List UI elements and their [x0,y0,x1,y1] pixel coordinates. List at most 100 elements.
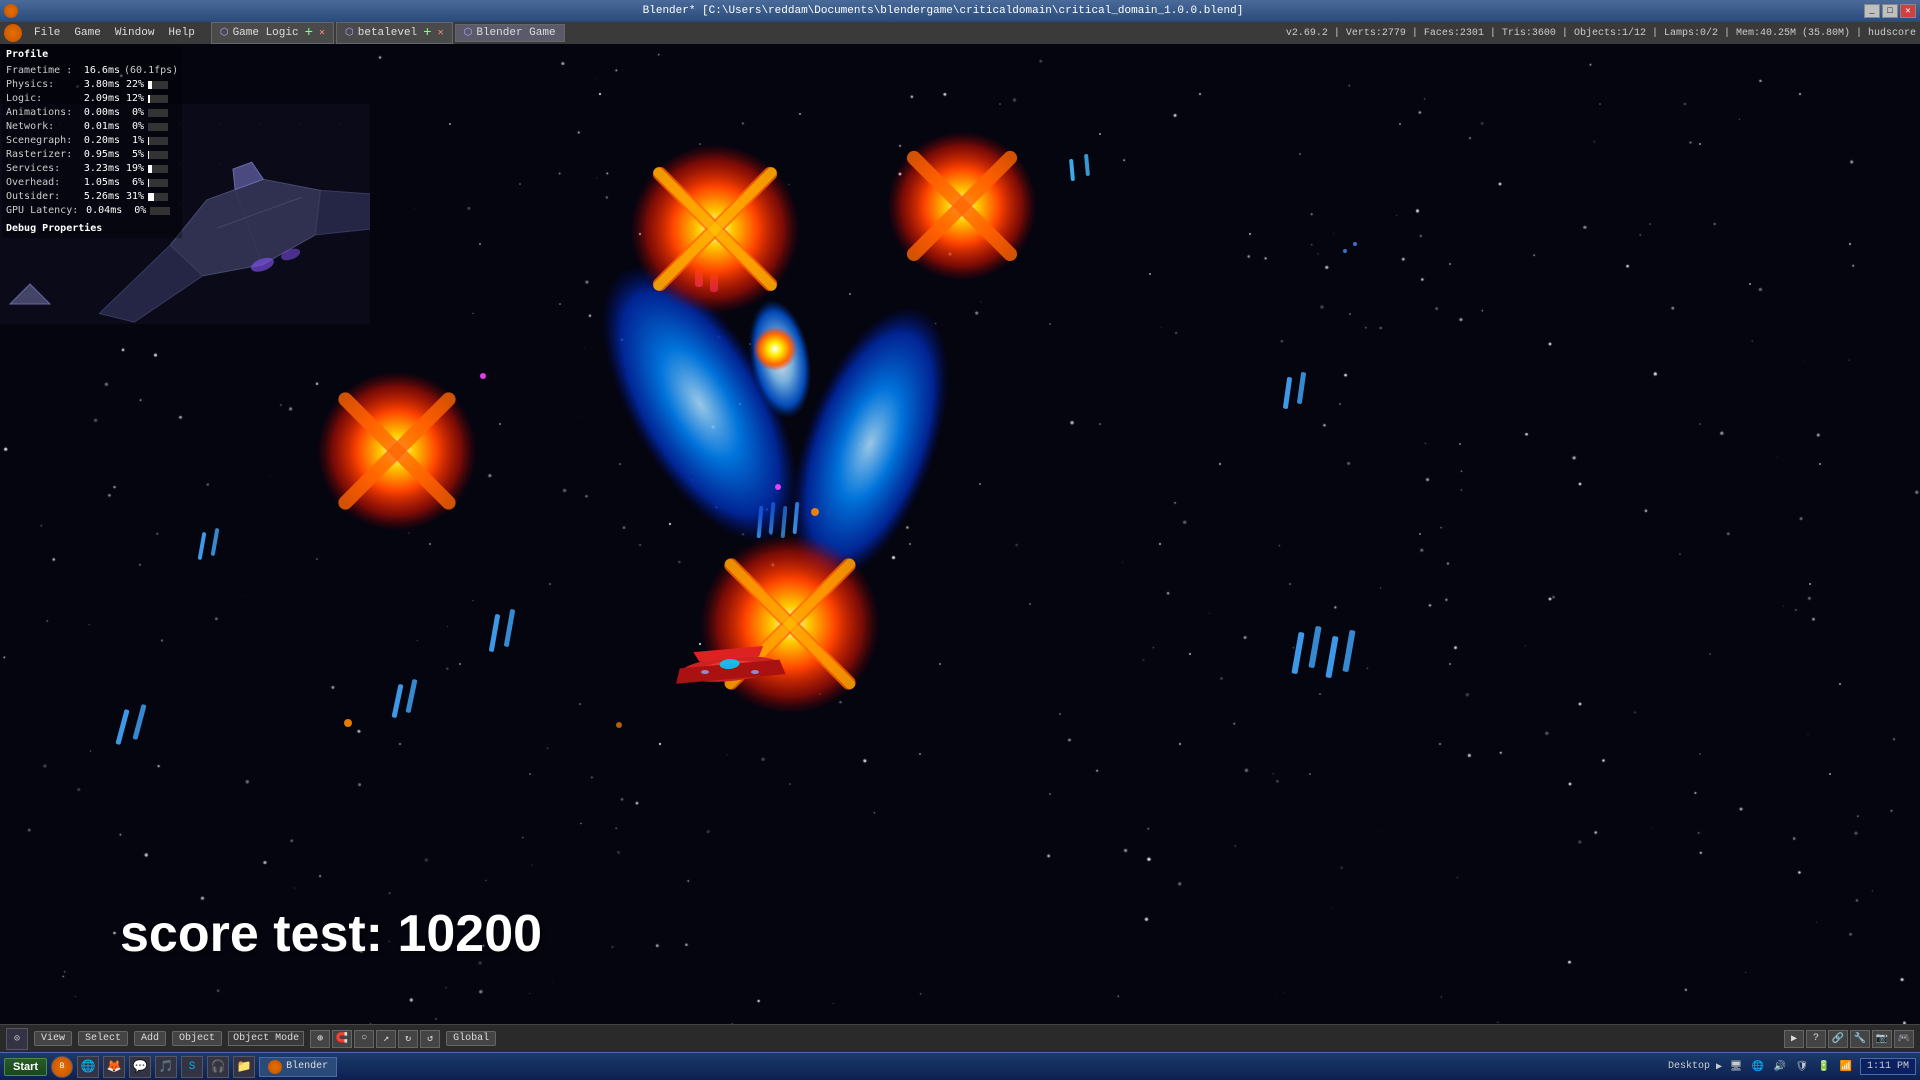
menu-file[interactable]: File [28,25,66,41]
editor-icon-3[interactable]: ↻ [398,1030,418,1048]
view-btn[interactable]: View [34,1031,72,1046]
blue-laser-bcl-1 [489,614,501,652]
editor-anim-icon[interactable]: ▶ [1784,1030,1804,1048]
tab-game-logic[interactable]: ⬡ Game Logic + ✕ [211,22,334,44]
editor-icon-snap[interactable]: 🧲 [332,1030,352,1048]
tab-game-logic-icon: ⬡ [220,27,229,39]
menu-help[interactable]: Help [162,25,200,41]
wing-core-glow [753,327,797,371]
blue-dot-2 [1353,242,1357,246]
blue-laser-bl-1 [115,709,129,745]
editor-scene-icon[interactable]: 🔧 [1850,1030,1870,1048]
orange-dot-3 [616,722,622,728]
blender-logo [4,24,22,42]
pink-dot-1 [480,373,486,379]
desktop-arrow: ▶ [1716,1061,1722,1073]
tab-blender-game-label: Blender Game [476,27,555,39]
stars-group [399,93,1851,795]
blender-logo-small [4,4,18,18]
minimize-button[interactable]: _ [1864,4,1880,18]
editor-link-icon[interactable]: 🔗 [1828,1030,1848,1048]
editor-icon-pivot[interactable]: ⊕ [310,1030,330,1048]
blue-laser-fr-3 [1325,636,1338,678]
editor-icon-0[interactable]: ⊙ [6,1028,28,1050]
sys-icon-security[interactable]: 🛡 [1794,1059,1810,1075]
desktop-label[interactable]: Desktop [1668,1061,1710,1072]
editor-icon-group: ⊕ 🧲 ○ ↗ ↻ ↺ [310,1030,440,1048]
tab-betalevel[interactable]: ⬡ betalevel + ✕ [336,22,453,44]
tab-game-logic-label: Game Logic [233,27,299,39]
taskbar-icon-blender[interactable]: B [51,1056,73,1078]
editor-help-icon[interactable]: ? [1806,1030,1826,1048]
sys-icon-wifi[interactable]: 📶 [1838,1059,1854,1075]
editor-game-icon[interactable]: 🎮 [1894,1030,1914,1048]
taskbar: Start B 🌐 🦊 💬 🎵 S 🎧 📁 Blender Desktop ▶ … [0,1052,1920,1080]
pink-dot-2 [775,484,781,490]
blue-laser-left-2 [211,528,220,556]
mode-select[interactable]: Object Mode [228,1031,304,1046]
select-btn[interactable]: Select [78,1031,128,1046]
taskbar-right: Desktop ▶ 🖥 🌐 🔊 🛡 🔋 📶 1:11 PM [1668,1058,1916,1075]
add-btn[interactable]: Add [134,1031,166,1046]
blue-laser-r-1 [1283,377,1292,409]
tab-add-icon-1[interactable]: + [421,25,433,41]
taskbar-app-blender[interactable]: Blender [259,1057,337,1077]
orange-dot-2 [811,508,819,516]
game-svg [0,44,1920,1024]
taskbar-app-label: Blender [286,1061,328,1072]
info-bar: v2.69.2 | Verts:2779 | Faces:2301 | Tris… [1286,28,1916,39]
title-bar: Blender* [C:\Users\reddam\Documents\blen… [0,0,1920,22]
close-button[interactable]: ✕ [1900,4,1916,18]
taskbar-blender-logo [268,1060,282,1074]
blue-laser-bcl-3 [392,684,404,718]
start-button[interactable]: Start [4,1058,47,1076]
editor-icon-prop[interactable]: ○ [354,1030,374,1048]
orange-dot-1 [344,719,352,727]
tab-close-icon-1[interactable]: ✕ [438,27,444,39]
maximize-button[interactable]: □ [1882,4,1898,18]
blue-laser-fr-1 [1291,632,1304,674]
menu-window[interactable]: Window [109,25,161,41]
global-btn[interactable]: Global [446,1031,496,1046]
blue-laser-bcl-2 [504,609,516,647]
tab-blender-game-icon: ⬡ [464,27,473,39]
taskbar-icon-music[interactable]: 🎵 [155,1056,177,1078]
editor-bar: ⊙ View Select Add Object Object Mode ⊕ 🧲… [0,1024,1920,1052]
editor-icon-4[interactable]: ↺ [420,1030,440,1048]
main-viewport: Profile Frametime : 16.6ms (60.1fps) Phy… [0,44,1920,1024]
title-bar-buttons: _ □ ✕ [1864,4,1916,18]
menu-bar: File Game Window Help ⬡ Game Logic + ✕ ⬡… [0,22,1920,44]
tab-close-icon-0[interactable]: ✕ [319,27,325,39]
blue-laser-left-1 [198,532,207,560]
tab-betalevel-icon: ⬡ [345,27,354,39]
taskbar-icon-browser[interactable]: 🌐 [77,1056,99,1078]
editor-render-icon[interactable]: 📷 [1872,1030,1892,1048]
tab-add-icon-0[interactable]: + [303,25,315,41]
blue-laser-1 [1069,159,1075,181]
sys-icon-monitor[interactable]: 🖥 [1728,1059,1744,1075]
tab-area: ⬡ Game Logic + ✕ ⬡ betalevel + ✕ ⬡ Blend… [211,22,565,44]
clock: 1:11 PM [1860,1058,1916,1075]
menu-game[interactable]: Game [68,25,106,41]
blue-laser-fr-2 [1308,626,1321,668]
sys-icon-battery[interactable]: 🔋 [1816,1059,1832,1075]
sys-icon-sound[interactable]: 🔊 [1772,1059,1788,1075]
title-text: Blender* [C:\Users\reddam\Documents\blen… [643,5,1244,17]
blue-laser-fr-4 [1342,630,1355,672]
taskbar-icon-chat[interactable]: 💬 [129,1056,151,1078]
blue-laser-2 [1084,154,1090,176]
blue-laser-bl-2 [132,704,146,740]
blue-dot-1 [1343,249,1347,253]
editor-right-icons: ▶ ? 🔗 🔧 📷 🎮 [1784,1030,1914,1048]
taskbar-icon-skype[interactable]: S [181,1056,203,1078]
blue-laser-r-2 [1297,372,1306,404]
sys-icon-net[interactable]: 🌐 [1750,1059,1766,1075]
object-btn[interactable]: Object [172,1031,222,1046]
tab-betalevel-label: betalevel [358,27,417,39]
taskbar-icon-firefox[interactable]: 🦊 [103,1056,125,1078]
taskbar-icon-folder[interactable]: 📁 [233,1056,255,1078]
blue-laser-bcl-4 [406,679,418,713]
taskbar-icon-headset[interactable]: 🎧 [207,1056,229,1078]
editor-icon-2[interactable]: ↗ [376,1030,396,1048]
tab-blender-game[interactable]: ⬡ Blender Game [455,24,565,42]
